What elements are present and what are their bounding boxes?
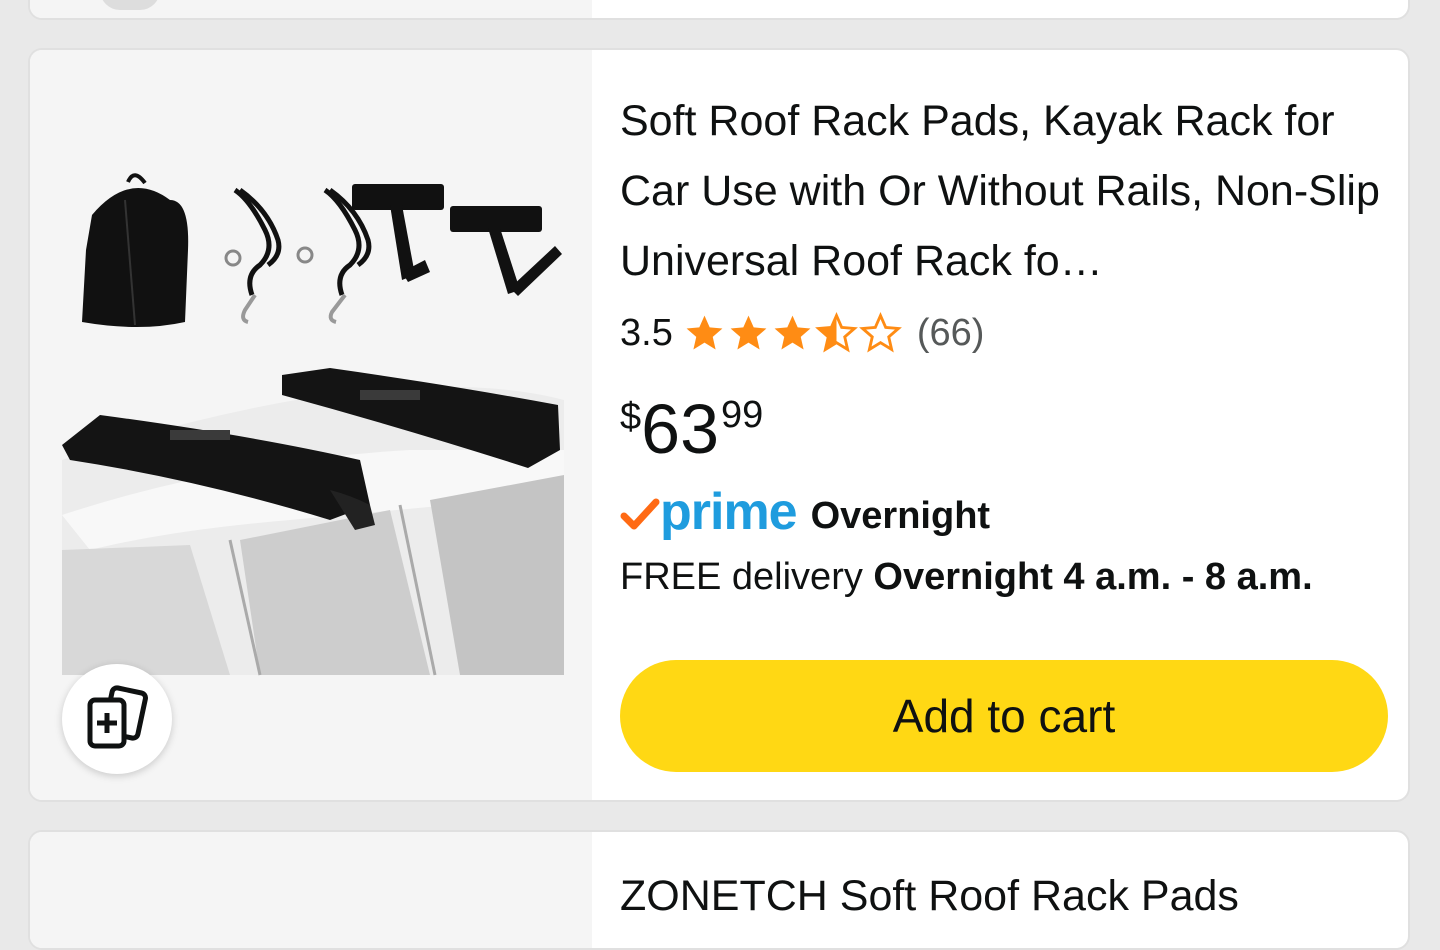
price-fraction: 99 bbox=[721, 394, 764, 436]
add-to-compare-button[interactable] bbox=[62, 664, 172, 774]
rating-value: 3.5 bbox=[620, 311, 673, 354]
next-product-title[interactable]: ZONETCH Soft Roof Rack Pads bbox=[620, 872, 1239, 921]
star-half-icon bbox=[814, 311, 858, 352]
prime-badge-row: prime Overnight bbox=[620, 483, 991, 546]
rating-row[interactable]: 3.5 (66) bbox=[620, 308, 984, 358]
review-count[interactable]: (66) bbox=[917, 312, 985, 355]
star-empty-icon bbox=[858, 311, 902, 352]
previous-product-card[interactable] bbox=[28, 0, 1410, 20]
prime-check-icon bbox=[620, 498, 660, 530]
prime-logo: prime bbox=[620, 483, 798, 542]
prime-delivery-speed: Overnight bbox=[810, 494, 991, 537]
product-image[interactable] bbox=[30, 50, 592, 800]
add-to-compare-icon bbox=[87, 685, 148, 749]
delivery-window: Overnight 4 a.m. - 8 a.m. bbox=[873, 556, 1313, 598]
next-product-image-area bbox=[30, 832, 592, 948]
product-card[interactable]: Soft Roof Rack Pads, Kayak Rack for Car … bbox=[28, 48, 1410, 802]
price: $ 63 99 bbox=[620, 384, 763, 474]
delivery-prefix: FREE delivery bbox=[620, 556, 874, 598]
star-rating bbox=[683, 311, 903, 355]
product-info: Soft Roof Rack Pads, Kayak Rack for Car … bbox=[620, 50, 1408, 800]
door-straps-illustration bbox=[352, 184, 562, 296]
delivery-info: FREE delivery Overnight 4 a.m. - 8 a.m. bbox=[620, 556, 1313, 599]
price-whole: 63 bbox=[641, 390, 720, 468]
prime-wordmark: prime bbox=[660, 483, 798, 541]
add-to-cart-button[interactable]: Add to cart bbox=[620, 660, 1388, 772]
price-symbol: $ bbox=[620, 396, 642, 438]
storage-bag-illustration bbox=[82, 173, 189, 327]
tie-down-straps-illustration bbox=[224, 187, 372, 324]
product-title[interactable]: Soft Roof Rack Pads, Kayak Rack for Car … bbox=[620, 86, 1380, 296]
next-product-card[interactable]: ZONETCH Soft Roof Rack Pads bbox=[28, 830, 1410, 950]
star-full-icon bbox=[686, 315, 723, 349]
star-full-icon bbox=[730, 315, 767, 349]
star-full-icon bbox=[774, 315, 811, 349]
